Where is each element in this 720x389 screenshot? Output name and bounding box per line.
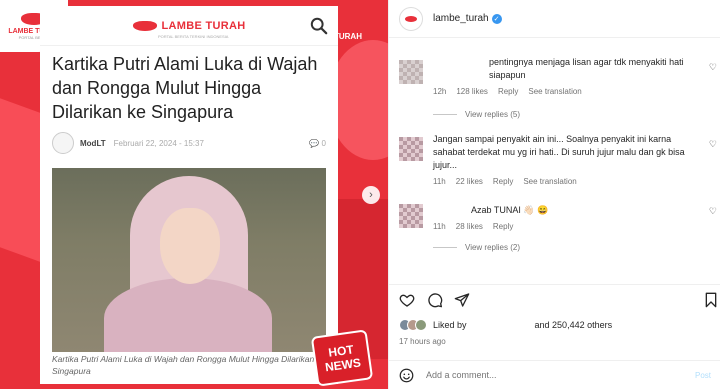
- replies-divider: [433, 114, 457, 115]
- post-actions-bar: [389, 284, 720, 314]
- article-card: LAMBE TURAH PORTAL BERITA TERKINI INDONE…: [40, 6, 338, 384]
- add-comment-bar: Post: [389, 360, 720, 389]
- reply-button[interactable]: Reply: [493, 222, 513, 231]
- view-replies-button[interactable]: View replies (2): [433, 243, 693, 252]
- comment-like-heart-icon[interactable]: ♡: [709, 139, 717, 150]
- comment-count: 💬 0: [309, 138, 326, 148]
- comment-text: Jangan sampai penyakit ain ini... Soalny…: [433, 134, 685, 170]
- comment-text: Azab TUNAI 👋🏻 😄: [471, 205, 549, 215]
- comment-item: Azab TUNAI 👋🏻 😄 11h 28 likes Reply ♡ Vie…: [389, 186, 720, 252]
- carousel-dot: [184, 378, 188, 382]
- lips-logo-icon: [405, 15, 417, 22]
- verified-badge-icon: ✓: [491, 13, 502, 24]
- article-date: Februari 22, 2024 - 15:37: [113, 138, 204, 148]
- bookmark-icon[interactable]: [703, 292, 719, 308]
- comment-count-value: 0: [321, 138, 326, 148]
- comment-item: pentingnya menjaga lisan agar tdk menyak…: [389, 38, 720, 119]
- liked-by-label: Liked by: [433, 320, 467, 330]
- comment-time: 11h: [433, 222, 446, 231]
- site-logo-subtitle: PORTAL BERITA TERKINI INDONESIA: [158, 34, 229, 39]
- share-icon[interactable]: [454, 292, 470, 308]
- article-byline: ModLT Februari 22, 2024 - 15:37 💬 0: [40, 124, 338, 154]
- comment-text: pentingnya menjaga lisan agar tdk menyak…: [489, 57, 684, 80]
- post-header: lambe_turah ✓: [389, 0, 720, 38]
- author-avatar: [52, 132, 74, 154]
- post-media: LAMBE TURAH PORTAL BERITA LAMBE TURAH LA…: [0, 0, 388, 389]
- article-header: LAMBE TURAH PORTAL BERITA TERKINI INDONE…: [40, 6, 338, 46]
- commenter-avatar[interactable]: [399, 137, 423, 161]
- carousel-dots: [170, 378, 188, 382]
- account-username[interactable]: lambe_turah: [433, 13, 489, 24]
- reply-button[interactable]: Reply: [498, 87, 518, 96]
- hot-news-badge: HOT NEWS: [310, 329, 374, 387]
- search-icon: [310, 17, 328, 35]
- see-translation-link[interactable]: See translation: [528, 87, 581, 96]
- post-panel: lambe_turah ✓ pentingnya menjaga lisan a…: [388, 0, 720, 389]
- reply-button[interactable]: Reply: [493, 177, 513, 186]
- comment-like-heart-icon[interactable]: ♡: [709, 62, 717, 73]
- comment-likes[interactable]: 22 likes: [456, 177, 483, 186]
- carousel-dot: [177, 378, 181, 382]
- author-name: ModLT: [80, 138, 106, 148]
- emoji-icon[interactable]: [399, 368, 414, 383]
- post-timestamp: 17 hours ago: [399, 337, 446, 346]
- article-photo: [52, 168, 326, 352]
- comment-meta: 11h 22 likes Reply See translation: [433, 177, 693, 186]
- heart-icon[interactable]: [399, 292, 415, 308]
- article-title: Kartika Putri Alami Luka di Wajah dan Ro…: [52, 54, 318, 122]
- liker-avatars: [399, 319, 427, 331]
- replies-divider: [433, 247, 457, 248]
- comment-item: Jangan sampai penyakit ain ini... Soalny…: [389, 119, 720, 186]
- carousel-dot: [170, 378, 174, 382]
- comment-meta: 11h 28 likes Reply: [433, 222, 693, 231]
- account-avatar[interactable]: [399, 6, 423, 31]
- commenter-avatar[interactable]: [399, 204, 423, 228]
- comment-input[interactable]: [426, 370, 666, 380]
- comment-likes[interactable]: 128 likes: [456, 87, 488, 96]
- chevron-right-icon: ›: [369, 189, 373, 201]
- comment-like-heart-icon[interactable]: ♡: [709, 206, 717, 217]
- commenter-avatar[interactable]: [399, 60, 423, 84]
- liker-avatar: [415, 319, 427, 331]
- likes-count-link[interactable]: and 250,442 others: [535, 320, 613, 330]
- see-translation-link[interactable]: See translation: [523, 177, 576, 186]
- post-comment-button[interactable]: Post: [695, 371, 711, 380]
- photo-caption: Kartika Putri Alami Luka di Wajah dan Ro…: [52, 354, 326, 376]
- comment-likes[interactable]: 28 likes: [456, 222, 483, 231]
- comment-time: 12h: [433, 87, 447, 96]
- next-slide-button[interactable]: ›: [362, 186, 380, 204]
- likes-summary: Liked by and 250,442 others: [399, 319, 612, 331]
- view-replies-label: View replies (2): [465, 243, 520, 252]
- site-logo-text: LAMBE TURAH: [161, 19, 246, 32]
- view-replies-label: View replies (5): [465, 110, 520, 119]
- lips-logo-icon: [132, 20, 157, 31]
- comment-time: 11h: [433, 177, 446, 186]
- comments-list: pentingnya menjaga lisan agar tdk menyak…: [389, 38, 720, 284]
- comment-icon[interactable]: [427, 292, 443, 308]
- comment-meta: 12h 128 likes Reply See translation: [433, 87, 693, 96]
- photo-subject: [104, 278, 272, 352]
- photo-subject: [160, 208, 220, 284]
- view-replies-button[interactable]: View replies (5): [433, 110, 693, 119]
